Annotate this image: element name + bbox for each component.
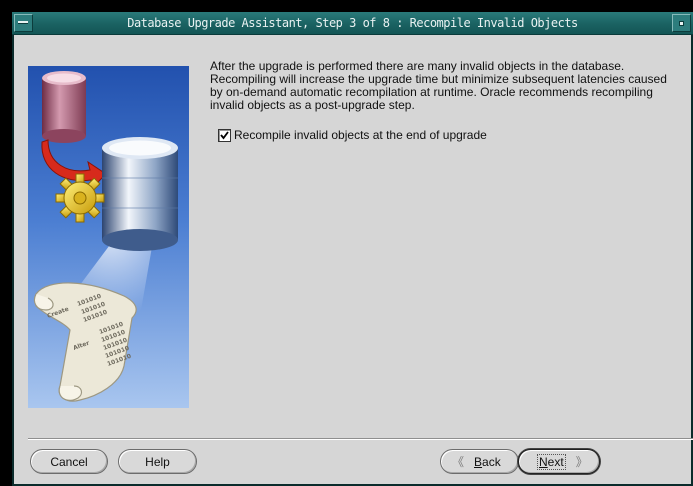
next-label-rest: ext	[547, 454, 564, 469]
next-button-label: Next	[537, 453, 566, 470]
minimize-icon	[679, 21, 684, 26]
recompile-checkbox-row[interactable]: Recompile invalid objects at the end of …	[218, 128, 487, 142]
back-button-label: Back	[474, 455, 501, 469]
database-icon	[42, 71, 86, 143]
upgrade-illustration: Create 101010 101010 101010 Alter 101010…	[28, 66, 189, 408]
help-button[interactable]: Help	[118, 449, 197, 474]
database-icon	[102, 137, 178, 251]
dbua-dialog-window: Database Upgrade Assistant, Step 3 of 8 …	[12, 12, 693, 486]
checkmark-icon	[220, 130, 229, 139]
window-title: Database Upgrade Assistant, Step 3 of 8 …	[127, 16, 578, 30]
window-menu-button[interactable]	[14, 14, 33, 32]
cancel-button-label: Cancel	[50, 454, 88, 469]
button-separator	[28, 438, 693, 440]
next-mnemonic: N	[539, 454, 548, 469]
cancel-button[interactable]: Cancel	[30, 449, 108, 474]
back-mnemonic: B	[474, 454, 483, 469]
help-button-label: Help	[145, 454, 170, 469]
recompile-checkbox-label[interactable]: Recompile invalid objects at the end of …	[234, 128, 487, 142]
title-bar[interactable]: Database Upgrade Assistant, Step 3 of 8 …	[12, 12, 693, 35]
gear-icon	[55, 173, 105, 223]
back-label-rest: ack	[482, 454, 501, 469]
next-button[interactable]: Next 》	[518, 449, 600, 474]
recompile-checkbox[interactable]	[218, 128, 231, 142]
minimize-button[interactable]	[672, 14, 691, 32]
window-menu-icon	[18, 21, 28, 24]
double-chevron-right-icon: 》	[575, 455, 588, 469]
double-chevron-left-icon: 《	[452, 455, 465, 469]
description-text: After the upgrade is performed there are…	[210, 60, 690, 112]
back-button[interactable]: 《 Back	[440, 449, 519, 474]
description-line: invalid objects as a post-upgrade step.	[210, 98, 415, 112]
